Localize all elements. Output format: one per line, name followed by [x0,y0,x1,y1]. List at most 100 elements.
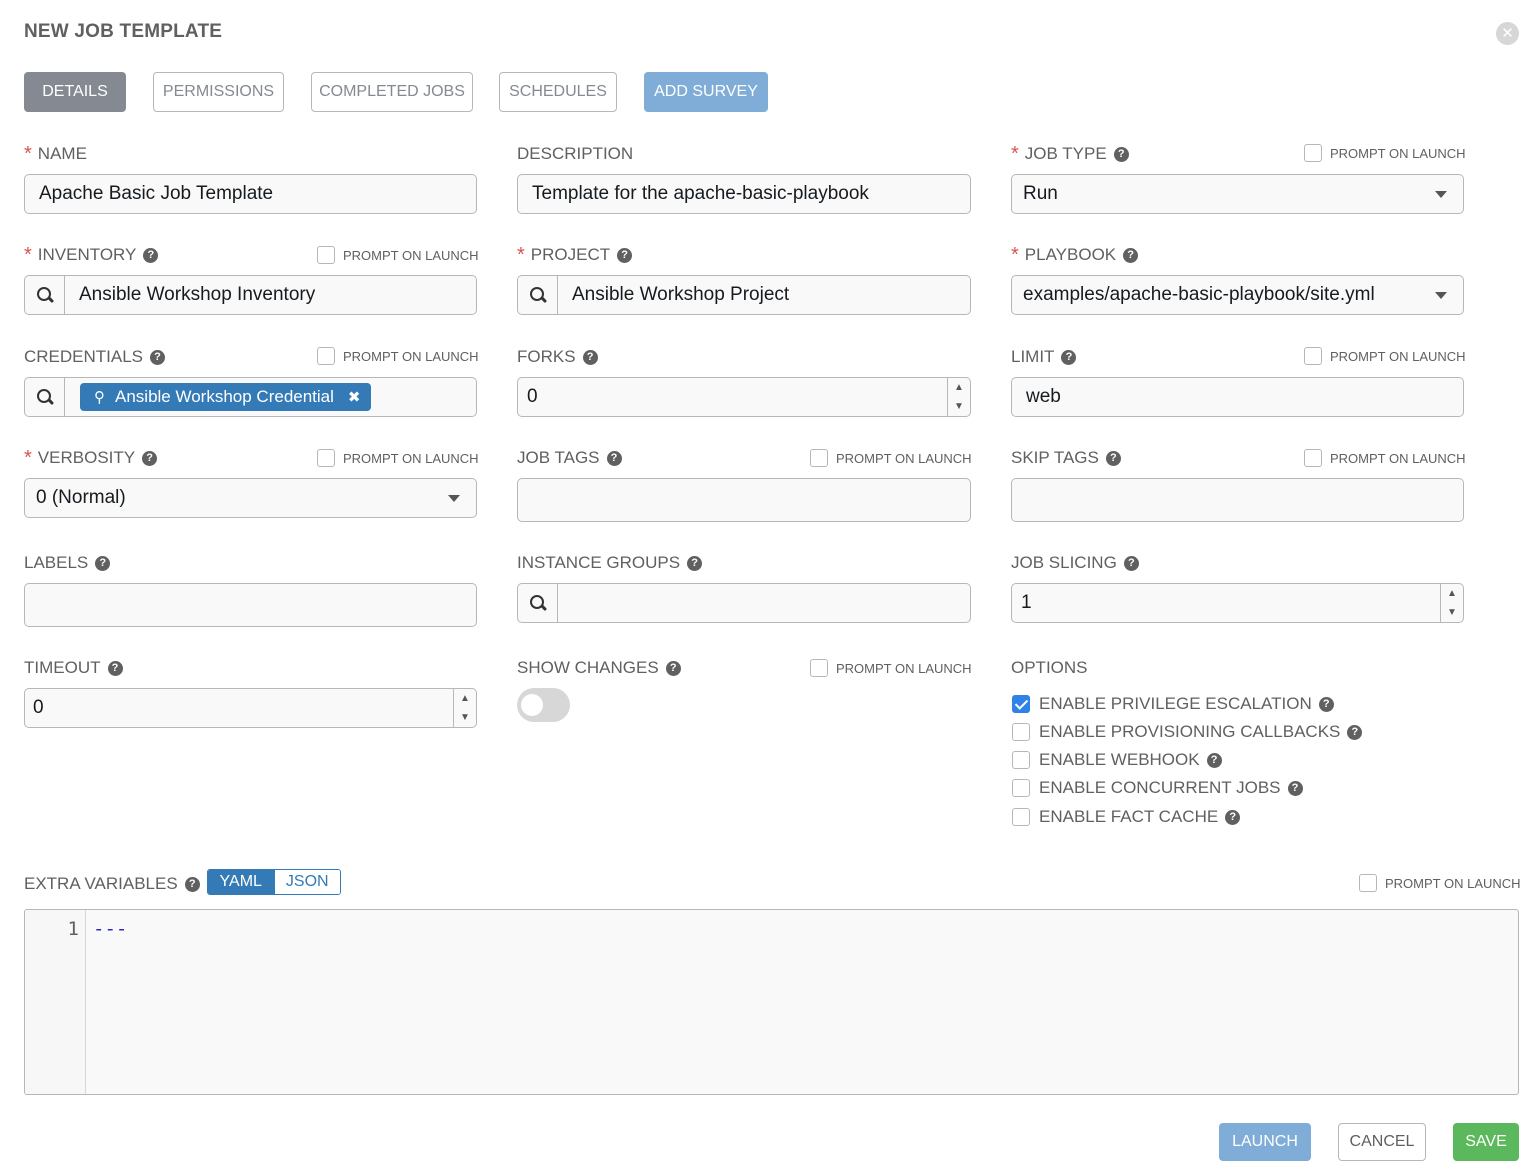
timeout-input[interactable]: 0 ▲ ▼ [24,688,477,728]
help-icon[interactable]: ? [582,349,598,365]
save-button[interactable]: SAVE [1453,1123,1519,1161]
option-concurrent-jobs[interactable]: ENABLE CONCURRENT JOBS ? [1012,777,1303,799]
tab-completed-jobs[interactable]: COMPLETED JOBS [311,72,473,112]
extra-variables-format-toggle[interactable]: YAML JSON [207,869,341,895]
help-icon[interactable]: ? [1105,450,1121,466]
instance-groups-lookup[interactable] [517,583,971,623]
option-fact-cache[interactable]: ENABLE FACT CACHE ? [1012,806,1241,828]
help-icon[interactable]: ? [107,660,123,676]
job-type-select[interactable]: Run [1011,174,1464,214]
help-icon[interactable]: ? [184,876,200,892]
checkbox[interactable] [1304,449,1322,467]
checkbox[interactable] [1012,695,1030,713]
help-icon[interactable]: ? [617,247,633,263]
tab-details[interactable]: DETAILS [24,72,126,112]
spinner-down-icon[interactable]: ▼ [954,401,964,412]
checkbox[interactable] [1304,144,1322,162]
project-search-button[interactable] [518,276,558,314]
skip-tags-input[interactable] [1011,478,1464,522]
show-changes-toggle[interactable] [517,688,570,722]
json-toggle[interactable]: JSON [273,870,340,894]
search-icon [529,287,546,303]
checkbox[interactable] [1012,808,1030,826]
checkbox[interactable] [1359,874,1377,892]
option-provisioning-callbacks[interactable]: ENABLE PROVISIONING CALLBACKS ? [1012,721,1363,743]
verbosity-label: * VERBOSITY ? [24,447,158,469]
verbosity-prompt-on-launch[interactable]: PROMPT ON LAUNCH [317,449,479,467]
help-icon[interactable]: ? [606,450,622,466]
checkbox[interactable] [1012,779,1030,797]
help-icon[interactable]: ? [1123,555,1139,571]
job-tags-input[interactable] [517,478,971,522]
spinner-up-icon[interactable]: ▲ [460,693,470,704]
remove-icon[interactable]: ✖ [348,388,361,406]
limit-prompt-on-launch[interactable]: PROMPT ON LAUNCH [1304,347,1466,365]
spinner-up-icon[interactable]: ▲ [954,382,964,393]
help-icon[interactable]: ? [1206,752,1222,768]
help-icon[interactable]: ? [1061,349,1077,365]
credentials-prompt-on-launch[interactable]: PROMPT ON LAUNCH [317,347,479,365]
option-privilege-escalation[interactable]: ENABLE PRIVILEGE ESCALATION ? [1012,693,1334,715]
yaml-toggle[interactable]: YAML [208,870,274,894]
skip-tags-prompt-on-launch[interactable]: PROMPT ON LAUNCH [1304,449,1466,467]
instance-groups-search-button[interactable] [518,584,558,622]
checkbox[interactable] [317,246,335,264]
inventory-lookup[interactable]: Ansible Workshop Inventory [24,275,477,315]
help-icon[interactable]: ? [142,450,158,466]
cancel-button[interactable]: CANCEL [1338,1123,1426,1161]
tab-schedules[interactable]: SCHEDULES [499,72,617,112]
checkbox[interactable] [317,347,335,365]
help-icon[interactable]: ? [1347,724,1363,740]
inventory-prompt-on-launch[interactable]: PROMPT ON LAUNCH [317,246,479,264]
spinner-down-icon[interactable]: ▼ [460,712,470,723]
name-input[interactable]: Apache Basic Job Template [24,174,477,214]
help-icon[interactable]: ? [143,247,159,263]
verbosity-select[interactable]: 0 (Normal) [24,478,477,518]
launch-button[interactable]: LAUNCH [1219,1123,1311,1161]
extra-variables-editor[interactable]: 1 --- [24,909,1519,1095]
checkbox[interactable] [810,659,828,677]
project-lookup[interactable]: Ansible Workshop Project [517,275,971,315]
option-webhook[interactable]: ENABLE WEBHOOK ? [1012,749,1222,771]
help-icon[interactable]: ? [1113,146,1129,162]
credential-chip[interactable]: ⚲ Ansible Workshop Credential ✖ [80,383,371,411]
checkbox[interactable] [1012,723,1030,741]
extra-variables-prompt-on-launch[interactable]: PROMPT ON LAUNCH [1359,874,1521,892]
prompt-on-launch-text: PROMPT ON LAUNCH [1330,145,1466,161]
help-icon[interactable]: ? [665,660,681,676]
forks-spinner[interactable]: ▲ ▼ [947,378,970,416]
inventory-label-text: INVENTORY [37,245,137,264]
forks-input[interactable]: 0 ▲ ▼ [517,377,971,417]
checkbox[interactable] [317,449,335,467]
show-changes-prompt-on-launch[interactable]: PROMPT ON LAUNCH [810,659,972,677]
checkbox[interactable] [810,449,828,467]
editor-code[interactable]: --- [93,918,127,940]
credentials-search-button[interactable] [25,378,65,416]
job-type-prompt-on-launch[interactable]: PROMPT ON LAUNCH [1304,144,1466,162]
help-icon[interactable]: ? [1123,247,1139,263]
spinner-down-icon[interactable]: ▼ [1447,607,1457,618]
tab-permissions[interactable]: PERMISSIONS [153,72,284,112]
spinner-up-icon[interactable]: ▲ [1447,588,1457,599]
job-slicing-spinner[interactable]: ▲ ▼ [1440,584,1463,622]
help-icon[interactable]: ? [150,349,166,365]
help-icon[interactable]: ? [1318,696,1334,712]
help-icon[interactable]: ? [95,555,111,571]
credentials-lookup[interactable]: ⚲ Ansible Workshop Credential ✖ [24,377,477,417]
help-icon[interactable]: ? [687,555,703,571]
help-icon[interactable]: ? [1225,809,1241,825]
job-tags-prompt-on-launch[interactable]: PROMPT ON LAUNCH [810,449,972,467]
job-slicing-input[interactable]: 1 ▲ ▼ [1011,583,1464,623]
help-icon[interactable]: ? [1287,780,1303,796]
checkbox[interactable] [1012,751,1030,769]
inventory-search-button[interactable] [25,276,65,314]
labels-input[interactable] [24,583,477,627]
description-input[interactable]: Template for the apache-basic-playbook [517,174,971,214]
checkbox[interactable] [1304,347,1322,365]
close-icon[interactable]: ✕ [1496,22,1519,45]
timeout-label: TIMEOUT ? [24,657,123,679]
playbook-select[interactable]: examples/apache-basic-playbook/site.yml [1011,275,1464,315]
timeout-spinner[interactable]: ▲ ▼ [453,689,476,727]
limit-input[interactable]: web [1011,377,1464,417]
add-survey-button[interactable]: ADD SURVEY [644,72,768,112]
